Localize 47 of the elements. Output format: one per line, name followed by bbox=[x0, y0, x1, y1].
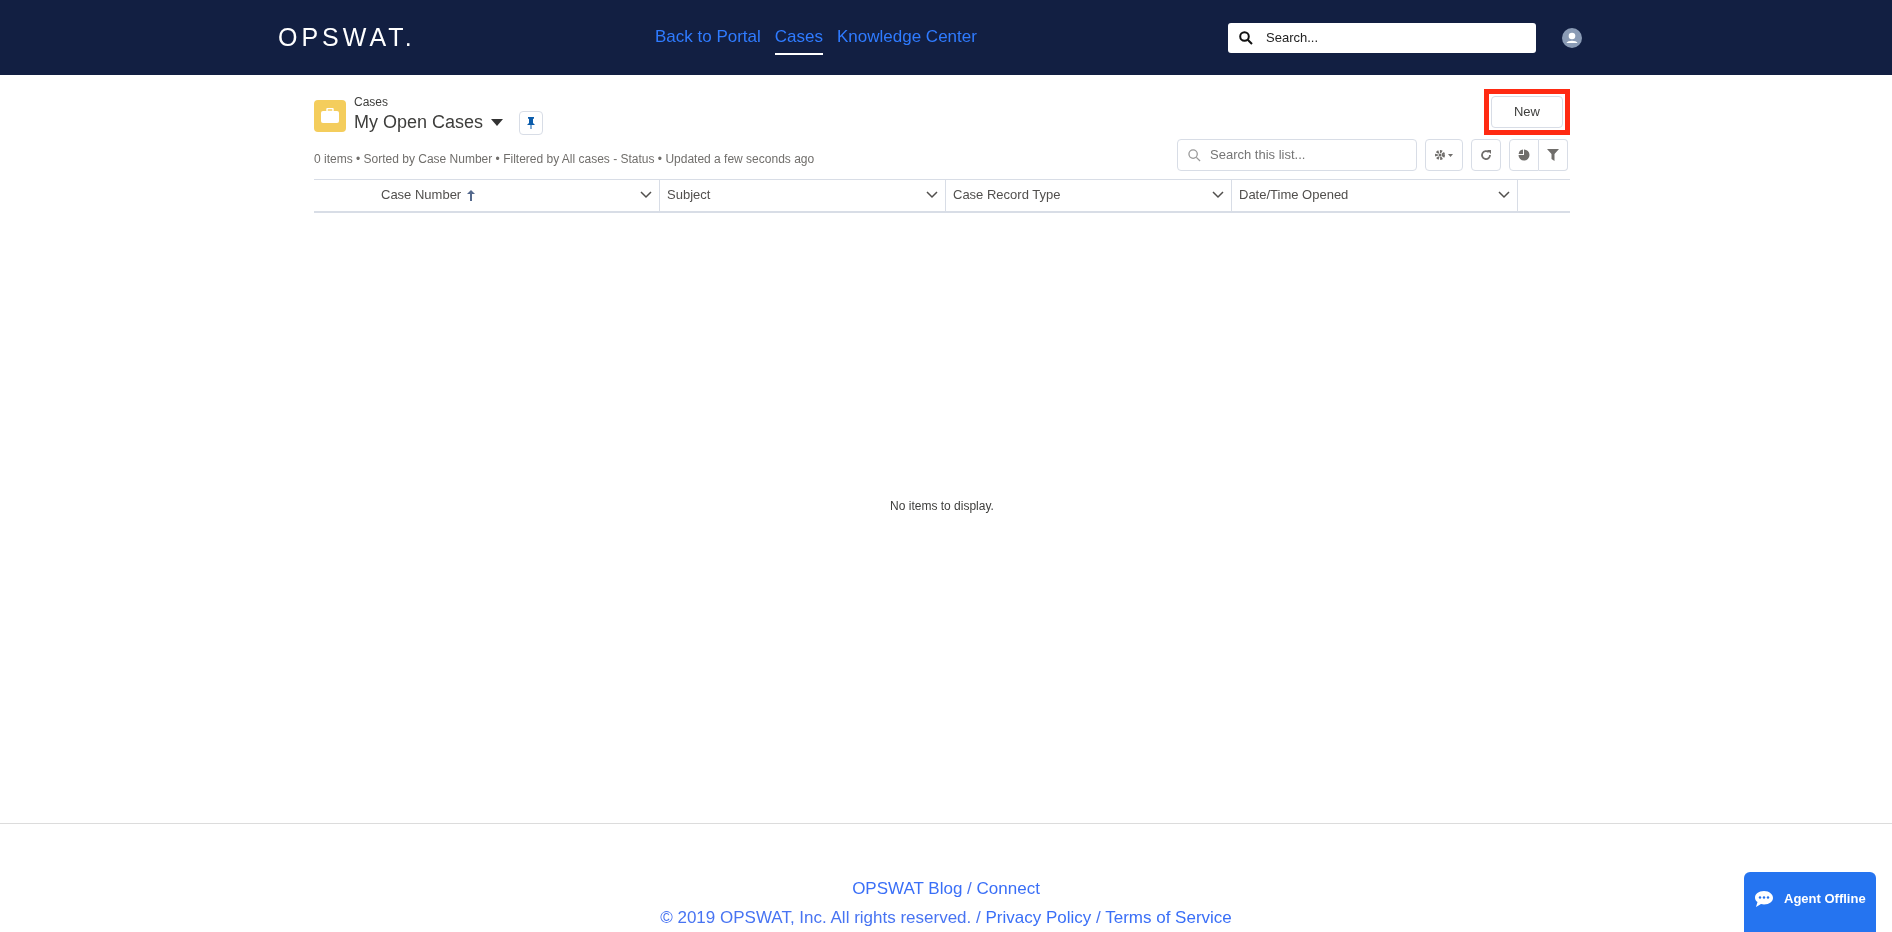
list-search-field[interactable]: Search this list... bbox=[1177, 138, 1417, 171]
briefcase-icon bbox=[314, 99, 346, 132]
refresh-icon bbox=[1480, 148, 1492, 161]
column-label: Date/Time Opened bbox=[1239, 186, 1349, 205]
column-header[interactable]: Case Number bbox=[314, 179, 660, 211]
new-button[interactable]: New bbox=[1491, 96, 1563, 128]
gear-icon bbox=[1434, 148, 1454, 161]
object-label: Cases bbox=[354, 95, 389, 110]
search-icon bbox=[1188, 148, 1201, 162]
logo[interactable]: OPSWAT. bbox=[278, 18, 648, 57]
footer-link[interactable]: Terms of Service bbox=[1105, 908, 1232, 927]
column-label: Case Record Type bbox=[953, 186, 1061, 205]
chevron-icon[interactable] bbox=[1212, 191, 1224, 199]
chart-button[interactable] bbox=[1509, 138, 1539, 171]
chat-button[interactable]: Agent Offline bbox=[1744, 872, 1876, 932]
chevron-icon[interactable] bbox=[640, 191, 652, 199]
pin-icon bbox=[527, 116, 536, 129]
chevron-icon[interactable] bbox=[1498, 191, 1510, 199]
filter-icon bbox=[1547, 148, 1559, 161]
footer-link[interactable]: Privacy Policy bbox=[985, 908, 1092, 927]
empty-message: No items to display. bbox=[890, 497, 994, 515]
footer-text: © 2019 OPSWAT, Inc. All rights reserved. bbox=[660, 908, 972, 927]
settings-button[interactable] bbox=[1425, 138, 1463, 171]
nav-link[interactable]: Knowledge Center bbox=[837, 19, 977, 56]
column-header[interactable]: Date/Time Opened bbox=[1232, 179, 1518, 211]
column-label: Case Number bbox=[381, 186, 462, 205]
chevron-icon[interactable] bbox=[926, 191, 938, 199]
footer-link[interactable]: OPSWAT Blog bbox=[852, 878, 963, 898]
list-view-title[interactable]: My Open Cases bbox=[354, 109, 484, 137]
footer-text: / bbox=[1096, 908, 1101, 927]
pin-button[interactable] bbox=[519, 110, 544, 135]
nav-link[interactable]: Cases bbox=[774, 19, 823, 56]
chat-icon bbox=[1754, 890, 1774, 908]
footer-link[interactable]: Connect bbox=[976, 878, 1040, 898]
list-status-text: 0 items • Sorted by Case Number • Filtered by All cases - Status • Updated a few seconds ago bbox=[314, 151, 815, 169]
search-field[interactable]: Search... bbox=[1228, 22, 1536, 53]
nav-link[interactable]: Back to Portal bbox=[655, 19, 761, 56]
refresh-button[interactable] bbox=[1471, 138, 1501, 171]
caret-icon[interactable] bbox=[491, 118, 504, 127]
avatar-icon[interactable] bbox=[1562, 27, 1582, 48]
filter-button[interactable] bbox=[1539, 138, 1568, 171]
column-header[interactable]: Subject bbox=[660, 179, 946, 211]
footer-text: / bbox=[976, 908, 981, 927]
column-label: Subject bbox=[667, 186, 711, 205]
column-header[interactable]: Case Record Type bbox=[946, 179, 1232, 211]
footer-text: / bbox=[967, 878, 972, 898]
pie-chart-icon bbox=[1518, 148, 1530, 161]
